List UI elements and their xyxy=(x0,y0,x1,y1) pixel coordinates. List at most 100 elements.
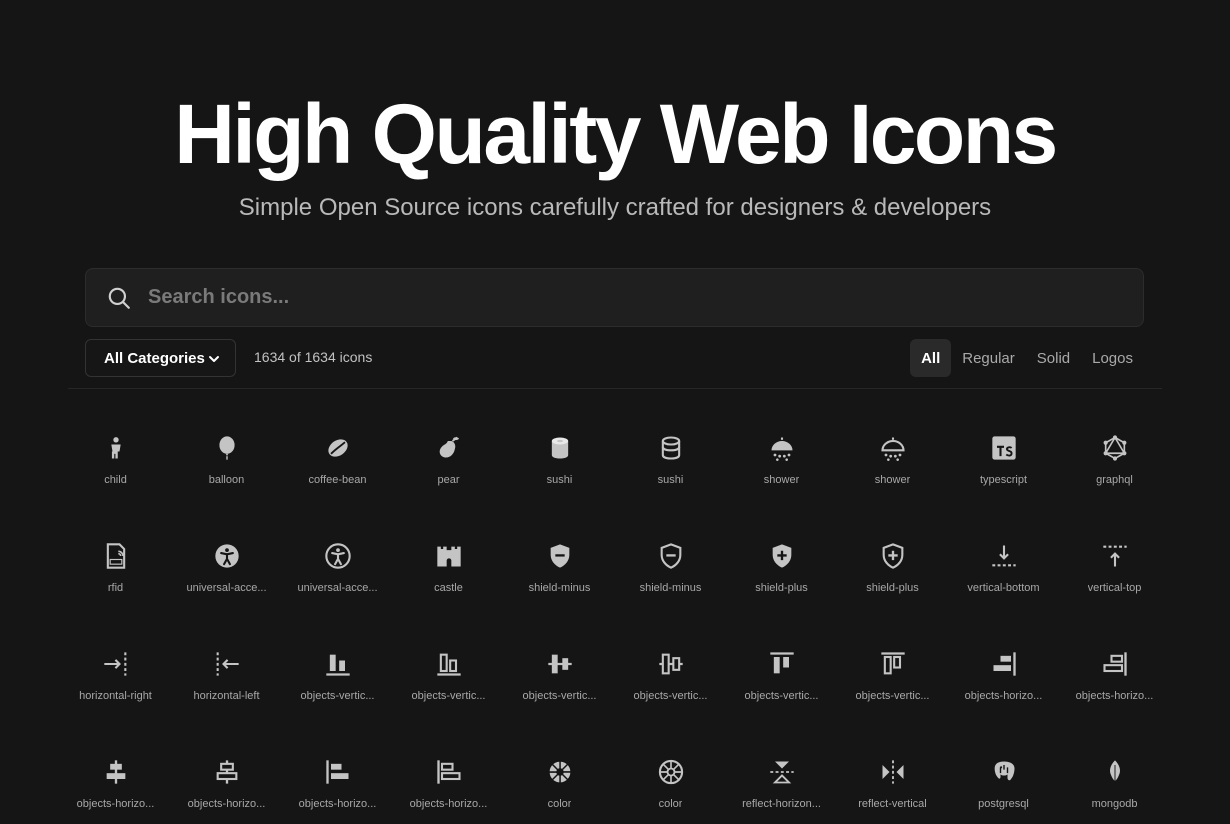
tab-logos[interactable]: Logos xyxy=(1081,339,1144,377)
page-subtitle: Simple Open Source icons carefully craft… xyxy=(238,194,992,221)
icon-label: castle xyxy=(434,582,463,594)
icon-card[interactable]: shield-plus xyxy=(837,528,948,636)
icon-card[interactable]: objects-horizo... xyxy=(948,636,1059,744)
icon-grid: child balloon coffee-bean pear sushi sushi sho… xyxy=(60,420,1170,824)
icon-card[interactable]: color xyxy=(615,744,726,824)
icon-card[interactable]: universal-acce... xyxy=(282,528,393,636)
icon-card[interactable]: vertical-bottom xyxy=(948,528,1059,636)
icon-card[interactable]: objects-horizo... xyxy=(171,744,282,824)
icon-label: objects-horizo... xyxy=(187,798,266,810)
icon-card[interactable]: objects-horizo... xyxy=(1059,636,1170,744)
icon-card[interactable]: color xyxy=(504,744,615,824)
icon-label: vertical-bottom xyxy=(967,582,1040,594)
icon-card[interactable]: shield-plus xyxy=(726,528,837,636)
icon-card[interactable]: coffee-bean xyxy=(282,420,393,528)
icon-card[interactable]: mongodb xyxy=(1059,744,1170,824)
objects-vertical-top-icon xyxy=(879,650,907,678)
tab-regular[interactable]: Regular xyxy=(951,339,1026,377)
icon-card[interactable]: shower xyxy=(726,420,837,528)
icon-label: color xyxy=(658,798,683,810)
icon-label: objects-horizo... xyxy=(298,798,377,810)
objects-vertical-bottom-icon xyxy=(324,650,352,678)
reflect-horizontal-icon xyxy=(768,758,796,786)
icon-label: objects-horizo... xyxy=(1075,690,1154,702)
icon-card[interactable]: objects-vertic... xyxy=(615,636,726,744)
icon-label: reflect-vertical xyxy=(858,798,927,810)
icon-card[interactable]: objects-vertic... xyxy=(726,636,837,744)
icon-label: child xyxy=(104,474,127,486)
icon-card[interactable]: horizontal-left xyxy=(171,636,282,744)
icon-card[interactable]: objects-vertic... xyxy=(504,636,615,744)
icon-card[interactable]: reflect-vertical xyxy=(837,744,948,824)
icon-card[interactable]: reflect-horizon... xyxy=(726,744,837,824)
icon-card[interactable]: objects-horizo... xyxy=(60,744,171,824)
icon-card[interactable]: shield-minus xyxy=(504,528,615,636)
icon-label: horizontal-left xyxy=(193,690,260,702)
icon-card[interactable]: universal-acce... xyxy=(171,528,282,636)
icon-card[interactable]: shield-minus xyxy=(615,528,726,636)
divider xyxy=(68,388,1162,389)
icon-card[interactable]: pear xyxy=(393,420,504,528)
icon-label: balloon xyxy=(208,474,245,486)
icon-card[interactable]: objects-vertic... xyxy=(282,636,393,744)
icon-label: objects-horizo... xyxy=(76,798,155,810)
icon-label: shower xyxy=(763,474,800,486)
icon-card[interactable]: objects-horizo... xyxy=(282,744,393,824)
icon-label: postgresql xyxy=(978,798,1029,810)
icon-label: reflect-horizon... xyxy=(742,798,821,810)
mongodb-icon xyxy=(1101,758,1129,786)
icon-card[interactable]: objects-vertic... xyxy=(837,636,948,744)
horizontal-right-icon xyxy=(102,650,130,678)
style-filter-tabs: All Regular Solid Logos xyxy=(910,339,1144,377)
icon-card[interactable]: graphql xyxy=(1059,420,1170,528)
objects-horizontal-center-icon xyxy=(102,758,130,786)
search-input[interactable] xyxy=(148,277,1143,318)
category-dropdown-label: All Categories xyxy=(104,349,205,367)
icon-card[interactable]: horizontal-right xyxy=(60,636,171,744)
icon-label: rfid xyxy=(107,582,124,594)
tab-all[interactable]: All xyxy=(910,339,952,377)
icon-card[interactable]: balloon xyxy=(171,420,282,528)
category-dropdown[interactable]: All Categories xyxy=(85,339,236,377)
icon-label: horizontal-right xyxy=(79,690,152,702)
objects-vertical-center-icon xyxy=(546,650,574,678)
icon-label: objects-vertic... xyxy=(411,690,486,702)
icon-card[interactable]: shower xyxy=(837,420,948,528)
icon-count: 1634 of 1634 icons xyxy=(254,349,373,365)
reflect-vertical-icon xyxy=(879,758,907,786)
icon-card[interactable]: postgresql xyxy=(948,744,1059,824)
vertical-top-icon xyxy=(1101,542,1129,570)
universal-access-icon xyxy=(213,542,241,570)
sushi-icon xyxy=(546,434,574,462)
pear-icon xyxy=(435,434,463,462)
icon-card[interactable]: typescript xyxy=(948,420,1059,528)
tab-solid[interactable]: Solid xyxy=(1026,339,1081,377)
icon-label: objects-horizo... xyxy=(409,798,488,810)
objects-horizontal-center-icon xyxy=(213,758,241,786)
icon-label: pear xyxy=(437,474,460,486)
search-bar[interactable] xyxy=(85,268,1144,327)
icon-label: shield-plus xyxy=(755,582,808,594)
icon-label: objects-vertic... xyxy=(633,690,708,702)
icon-label: universal-acce... xyxy=(186,582,267,594)
sushi-icon xyxy=(657,434,685,462)
icon-card[interactable]: castle xyxy=(393,528,504,636)
icon-card[interactable]: rfid xyxy=(60,528,171,636)
chevron-down-icon xyxy=(207,352,221,366)
color-icon xyxy=(657,758,685,786)
page-title: High Quality Web Icons xyxy=(174,87,1058,181)
objects-vertical-bottom-icon xyxy=(435,650,463,678)
icon-card[interactable]: child xyxy=(60,420,171,528)
vertical-bottom-icon xyxy=(990,542,1018,570)
icon-card[interactable]: sushi xyxy=(615,420,726,528)
balloon-icon xyxy=(213,434,241,462)
horizontal-left-icon xyxy=(213,650,241,678)
icon-card[interactable]: vertical-top xyxy=(1059,528,1170,636)
icon-card[interactable]: objects-vertic... xyxy=(393,636,504,744)
icon-card[interactable]: sushi xyxy=(504,420,615,528)
coffee-bean-icon xyxy=(324,434,352,462)
color-icon xyxy=(546,758,574,786)
objects-horizontal-right-icon xyxy=(1101,650,1129,678)
icon-card[interactable]: objects-horizo... xyxy=(393,744,504,824)
objects-vertical-center-icon xyxy=(657,650,685,678)
